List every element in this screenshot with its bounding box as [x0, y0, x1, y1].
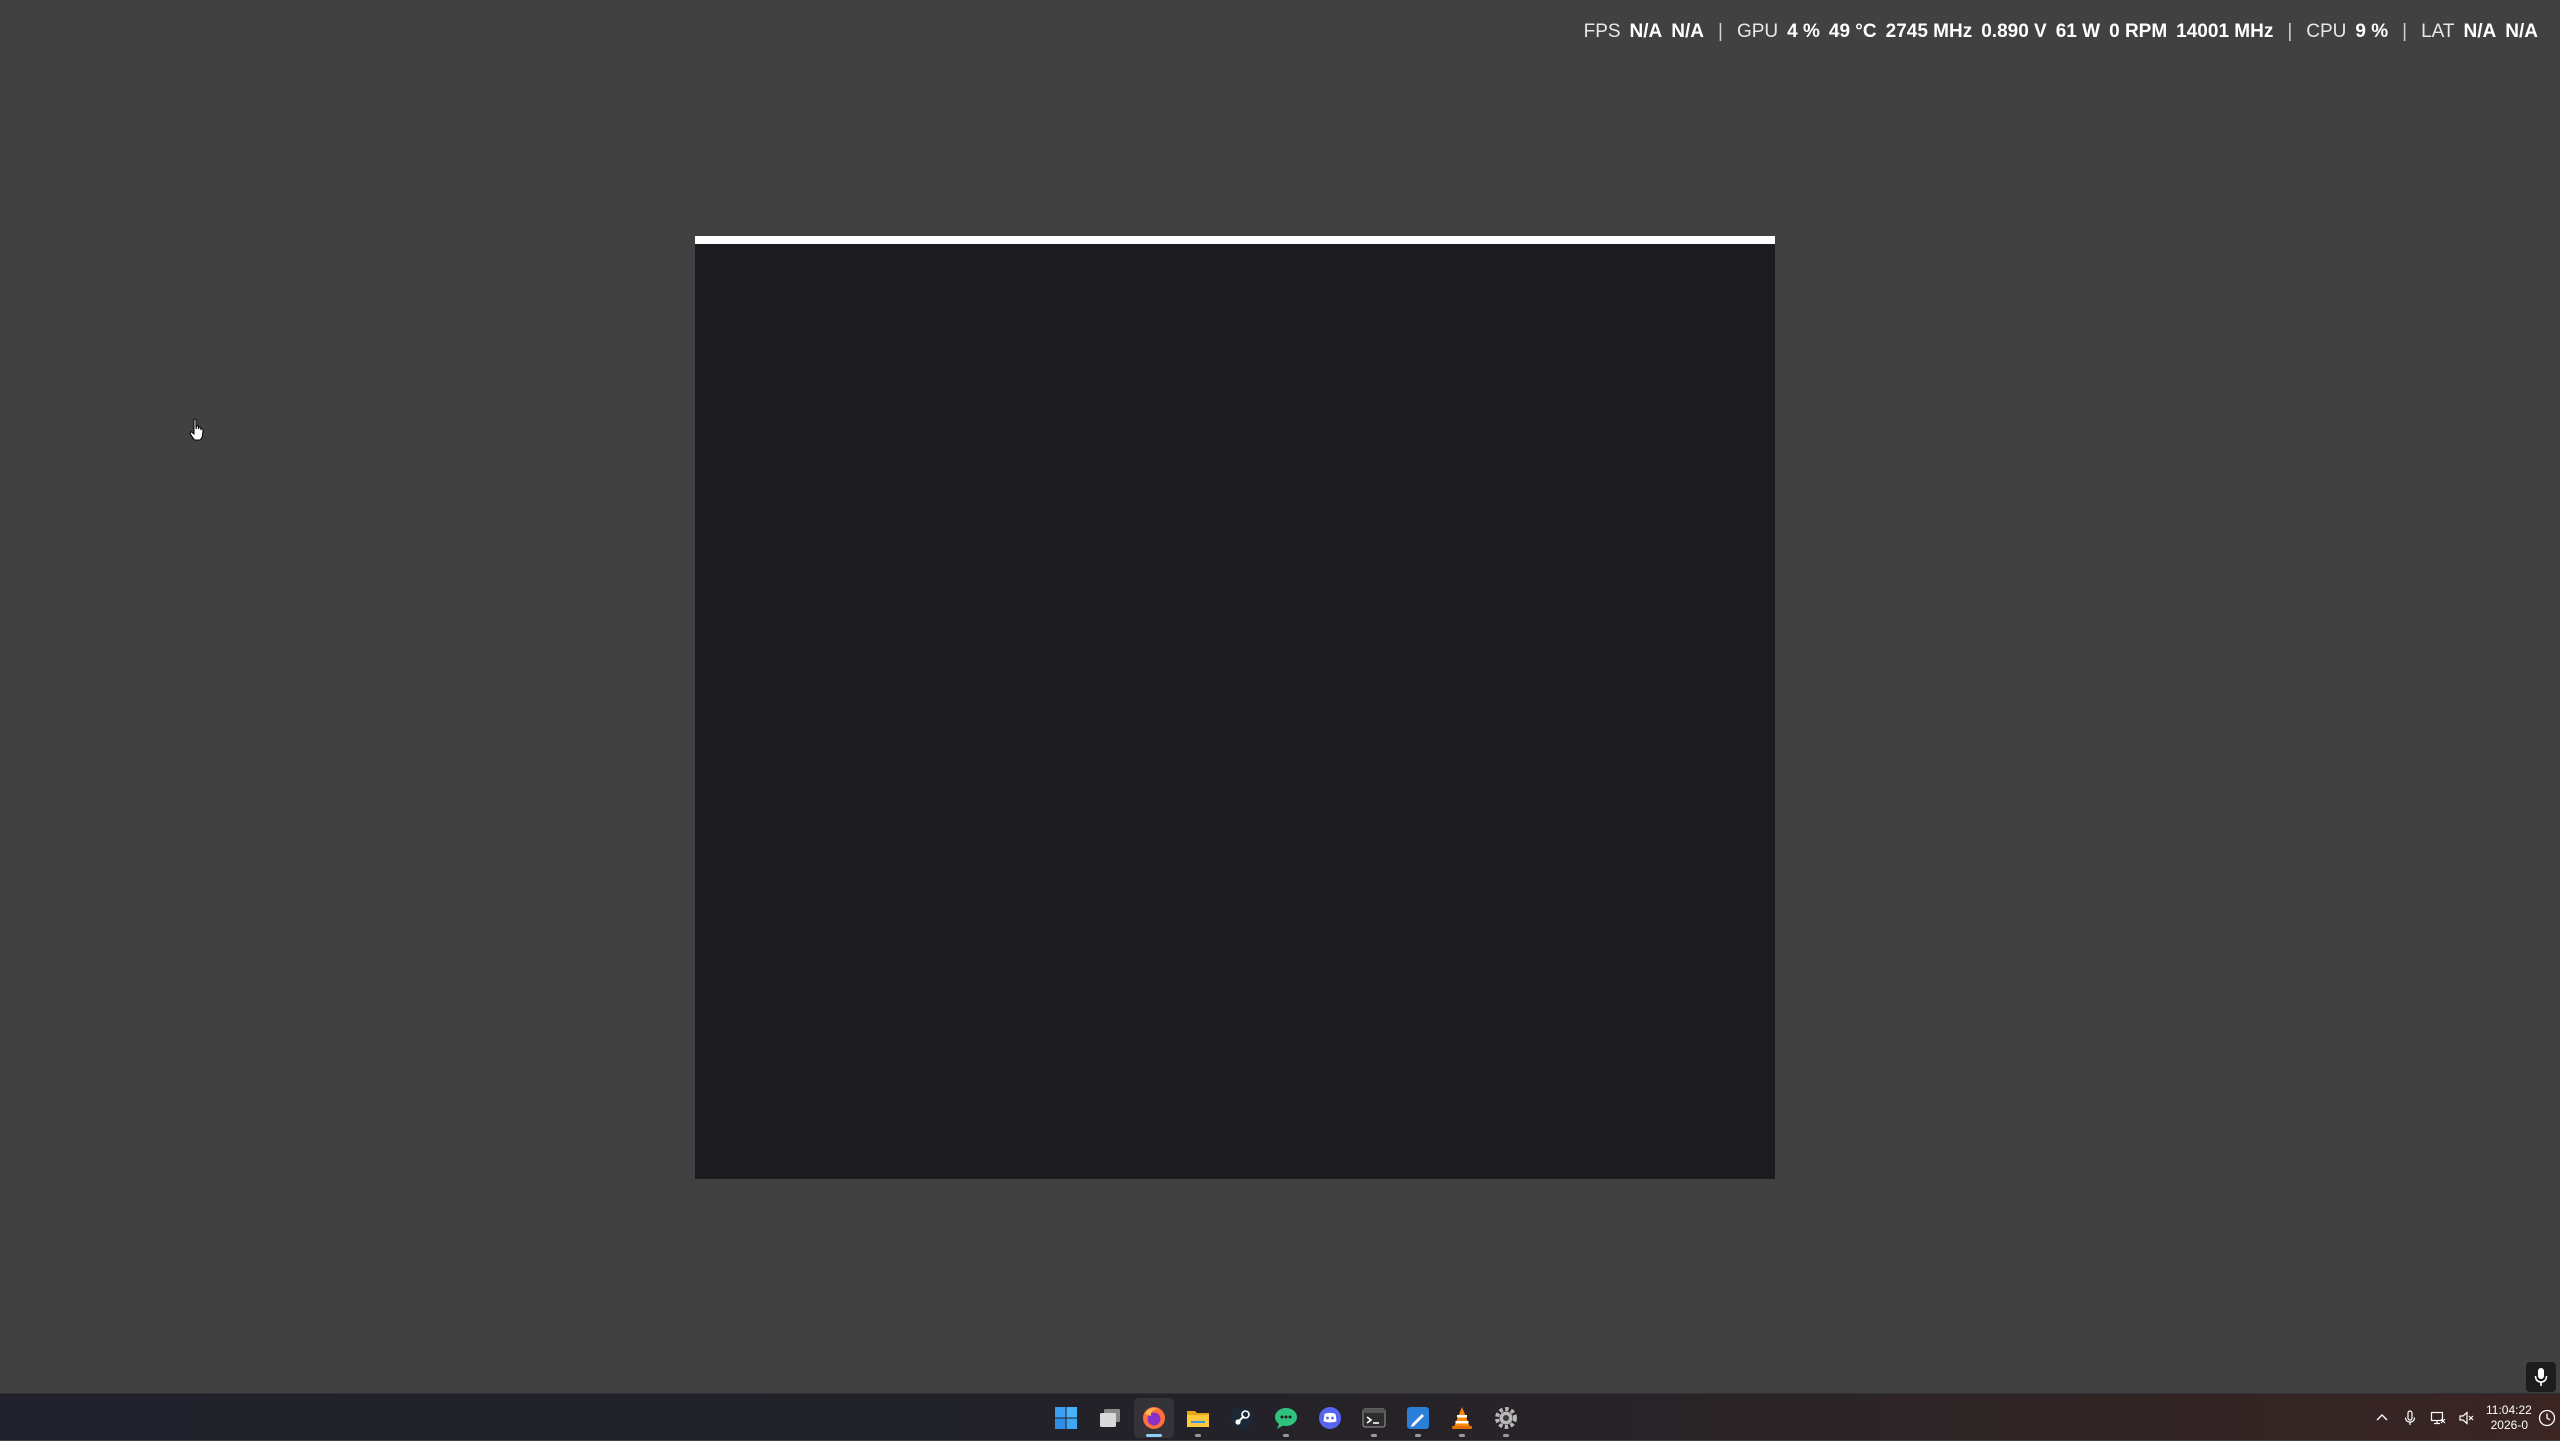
blank-app-window[interactable]	[695, 236, 1775, 1179]
taskbar-settings-button[interactable]	[1486, 1398, 1526, 1438]
taskbar-vlc-button[interactable]	[1442, 1398, 1482, 1438]
cpu-load: 9 %	[2355, 21, 2389, 42]
firefox-icon	[1143, 1406, 1165, 1429]
network-icon	[2430, 1411, 2446, 1424]
gpu-power: 61 W	[2055, 21, 2101, 42]
performance-overlay: FPS N/A N/A | GPU 4 % 49 °C 2745 MHz 0.8…	[1584, 18, 2538, 46]
latency-label: LAT	[2421, 21, 2455, 42]
tray-show-hidden-button[interactable]	[2368, 1394, 2396, 1441]
fps-value-secondary: N/A	[1671, 21, 1705, 42]
tray-microphone-button[interactable]	[2396, 1394, 2424, 1441]
clock-time: 11:04:22	[2486, 1402, 2532, 1417]
system-tray: 11:04:22 2026-0	[2368, 1394, 2560, 1441]
file-explorer-icon	[1187, 1410, 1209, 1427]
microphone-icon	[2404, 1409, 2416, 1425]
blue-editor-icon	[1407, 1406, 1429, 1429]
tray-volume-button[interactable]	[2452, 1394, 2480, 1441]
microphone-widget[interactable]	[2526, 1362, 2556, 1392]
taskbar-discord-button[interactable]	[1310, 1398, 1350, 1438]
latency-group: LAT N/A N/A	[2421, 18, 2538, 46]
taskbar-app-list	[1044, 1394, 1528, 1441]
microphone-icon	[2534, 1368, 2548, 1386]
active-indicator	[1146, 1433, 1162, 1437]
taskbar-file-explorer-button[interactable]	[1178, 1398, 1218, 1438]
cpu-label: CPU	[2306, 21, 2347, 42]
taskbar-start-button[interactable]	[1046, 1398, 1086, 1438]
windows-start-icon	[1055, 1406, 1077, 1429]
window-top-bar[interactable]	[695, 236, 1775, 244]
desktop[interactable]: FPS N/A N/A | GPU 4 % 49 °C 2745 MHz 0.8…	[0, 0, 2560, 1393]
tray-network-button[interactable]	[2424, 1394, 2452, 1441]
taskbar-task-view-button[interactable]	[1090, 1398, 1130, 1438]
fps-group: FPS N/A N/A	[1584, 18, 1713, 46]
overlay-separator: |	[2287, 21, 2293, 42]
running-indicator	[1503, 1433, 1509, 1437]
taskbar-terminal-button[interactable]	[1354, 1398, 1394, 1438]
taskbar-chat-app-button[interactable]	[1266, 1398, 1306, 1438]
gpu-temperature: 49 °C	[1828, 21, 1877, 42]
gpu-voltage: 0.890 V	[1981, 21, 2047, 42]
steam-icon	[1231, 1406, 1253, 1429]
running-indicator	[1283, 1433, 1289, 1437]
vlc-icon	[1452, 1406, 1472, 1429]
taskbar-firefox-button[interactable]	[1134, 1397, 1174, 1438]
running-indicator	[1415, 1433, 1421, 1437]
chevron-up-icon	[2376, 1413, 2388, 1420]
clock-date: 2026-0	[2490, 1417, 2528, 1432]
taskbar-steam-button[interactable]	[1222, 1398, 1262, 1438]
running-indicator	[1371, 1433, 1377, 1437]
hand-cursor-icon	[189, 418, 204, 441]
notification-icon	[2538, 1409, 2556, 1426]
gpu-label: GPU	[1736, 21, 1779, 42]
task-view-icon	[1100, 1408, 1120, 1427]
notification-center-button[interactable]	[2534, 1394, 2560, 1441]
taskbar-editor-button[interactable]	[1398, 1398, 1438, 1438]
gpu-load: 4 %	[1787, 21, 1820, 42]
settings-gear-icon	[1495, 1406, 1517, 1429]
volume-muted-icon	[2459, 1410, 2474, 1425]
gpu-group: GPU 4 % 49 °C 2745 MHz 0.890 V 61 W 0 RP…	[1737, 18, 2282, 46]
green-chat-icon	[1275, 1407, 1297, 1429]
overlay-separator: |	[2402, 21, 2408, 42]
gpu-clock: 2745 MHz	[1885, 21, 1973, 42]
overlay-separator: |	[1718, 21, 1723, 42]
latency-value-secondary: N/A	[2505, 21, 2538, 42]
discord-icon	[1319, 1406, 1341, 1429]
running-indicator	[1195, 1433, 1201, 1437]
running-indicator	[1459, 1433, 1465, 1437]
taskbar: 11:04:22 2026-0	[0, 1393, 2560, 1440]
fps-value: N/A	[1629, 21, 1663, 42]
fps-label: FPS	[1583, 21, 1621, 42]
cpu-group: CPU 9 %	[2306, 18, 2397, 46]
taskbar-clock[interactable]: 11:04:22 2026-0	[2480, 1403, 2534, 1433]
terminal-icon	[1362, 1408, 1386, 1427]
gpu-fan-speed: 0 RPM	[2109, 21, 2168, 42]
gpu-memory-clock: 14001 MHz	[2176, 21, 2274, 42]
latency-value: N/A	[2463, 21, 2497, 42]
